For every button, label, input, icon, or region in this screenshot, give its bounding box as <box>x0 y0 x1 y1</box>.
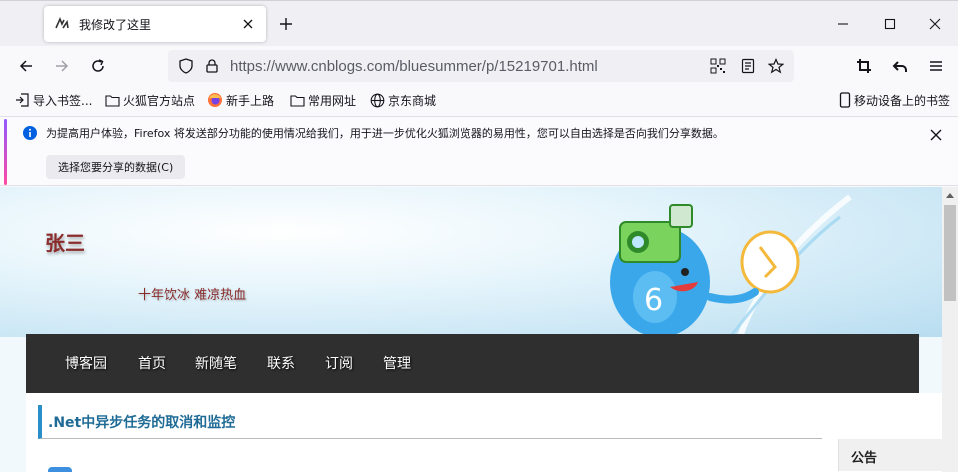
page-scrollbar[interactable] <box>942 187 958 472</box>
minimize-icon[interactable] <box>820 1 866 47</box>
data-sharing-notification: 为提高用户体验，Firefox 将发送部分功能的使用情况给我们，用于进一步优化火… <box>0 116 958 186</box>
tab-favicon-icon <box>54 16 70 32</box>
url-text[interactable]: https://www.cnblogs.com/bluesummer/p/152… <box>230 58 598 75</box>
bookmark-label: 火狐官方站点 <box>123 93 196 108</box>
bookmark-label: 常用网址 <box>308 93 357 108</box>
back-icon[interactable] <box>12 52 40 80</box>
sidebar-heading: 公告 <box>851 451 878 466</box>
bookmark-jd[interactable]: 京东商城 <box>369 91 436 109</box>
url-path: /bluesummer/p/15219701.html <box>395 58 598 75</box>
screenshot-crop-icon[interactable] <box>850 52 878 80</box>
blog-header-banner: 6 张三 十年饮冰 难凉热血 <box>0 187 942 337</box>
menu-item-subscribe[interactable]: 订阅 <box>325 353 353 373</box>
browser-tab[interactable]: 我修改了这里 <box>44 6 266 42</box>
blog-nav-menu: 博客园 首页 新随笔 联系 订阅 管理 <box>26 334 919 393</box>
main-content: .Net中异步任务的取消和监控 公告 <box>26 393 942 472</box>
page-viewport: 6 张三 十年饮冰 难凉热血 博客园 首页 新随笔 联系 订阅 管理 .Net中… <box>0 187 942 472</box>
menu-item-contact[interactable]: 联系 <box>267 353 295 373</box>
bookmark-common-sites[interactable]: 常用网址 <box>289 91 356 109</box>
close-tab-icon[interactable] <box>240 16 256 32</box>
menu-item-cnblogs[interactable]: 博客园 <box>65 353 107 373</box>
bookmark-getting-started[interactable]: 新手上路 <box>207 91 274 109</box>
close-notification-icon[interactable] <box>926 125 946 145</box>
globe-icon <box>369 92 385 108</box>
bookmark-label: 导入书签... <box>33 93 93 108</box>
blog-subtitle: 十年饮冰 难凉热血 <box>138 288 247 303</box>
forward-icon[interactable] <box>48 52 76 80</box>
lock-icon[interactable] <box>204 58 220 74</box>
notification-accent-stripe <box>4 119 7 185</box>
maximize-icon[interactable] <box>867 1 913 47</box>
shield-icon[interactable] <box>178 58 194 74</box>
sidebar-announcement: 公告 <box>838 439 942 471</box>
post-title-bar: .Net中异步任务的取消和监控 <box>38 405 822 439</box>
bookmark-import[interactable]: 导入书签... <box>14 91 92 109</box>
firefox-icon <box>207 92 223 108</box>
menu-hamburger-icon[interactable] <box>922 52 950 80</box>
new-tab-button[interactable] <box>276 14 296 34</box>
mobile-phone-icon <box>837 92 853 108</box>
notification-message: 为提高用户体验，Firefox 将发送部分功能的使用情况给我们，用于进一步优化火… <box>46 127 724 140</box>
scroll-up-arrow-icon[interactable] <box>942 187 958 203</box>
reader-view-icon[interactable] <box>740 58 756 74</box>
post-title[interactable]: .Net中异步任务的取消和监控 <box>48 412 235 432</box>
scroll-thumb[interactable] <box>944 205 956 301</box>
bookmark-firefox-site[interactable]: 火狐官方站点 <box>104 91 195 109</box>
url-host: https://www.cnblogs.com <box>230 58 396 75</box>
bookmark-label: 京东商城 <box>388 93 437 108</box>
close-window-icon[interactable] <box>912 1 958 47</box>
undo-arrow-icon[interactable] <box>886 52 914 80</box>
mobile-bookmarks[interactable]: 移动设备上的书签 <box>837 91 950 109</box>
menu-item-new-post[interactable]: 新随笔 <box>195 353 237 373</box>
bookmark-label: 新手上路 <box>226 93 275 108</box>
import-icon <box>14 92 30 108</box>
menu-item-manage[interactable]: 管理 <box>383 353 411 373</box>
reload-icon[interactable] <box>84 52 112 80</box>
tab-title: 我修改了这里 <box>79 17 152 32</box>
choose-data-button[interactable]: 选择您要分享的数据(C) <box>46 155 186 179</box>
mascot-illustration: 6 <box>610 194 852 337</box>
post-avatar-icon <box>48 467 72 472</box>
tab-strip: 我修改了这里 <box>0 0 958 46</box>
address-bar[interactable]: https://www.cnblogs.com/bluesummer/p/152… <box>168 50 794 82</box>
folder-icon <box>104 92 120 108</box>
mobile-bookmarks-label: 移动设备上的书签 <box>854 93 951 108</box>
folder-icon <box>289 92 305 108</box>
bookmarks-toolbar: 导入书签... 火狐官方站点 新手上路 常用网址 京东商城 移动设备上的书签 <box>0 86 958 114</box>
svg-text:6: 6 <box>644 283 663 318</box>
blog-title[interactable]: 张三 <box>45 227 85 256</box>
info-icon <box>23 126 37 140</box>
menu-item-home[interactable]: 首页 <box>138 353 166 373</box>
qr-code-icon[interactable] <box>710 58 726 74</box>
bookmark-star-icon[interactable] <box>768 58 784 74</box>
navigation-toolbar: https://www.cnblogs.com/bluesummer/p/152… <box>0 46 958 86</box>
